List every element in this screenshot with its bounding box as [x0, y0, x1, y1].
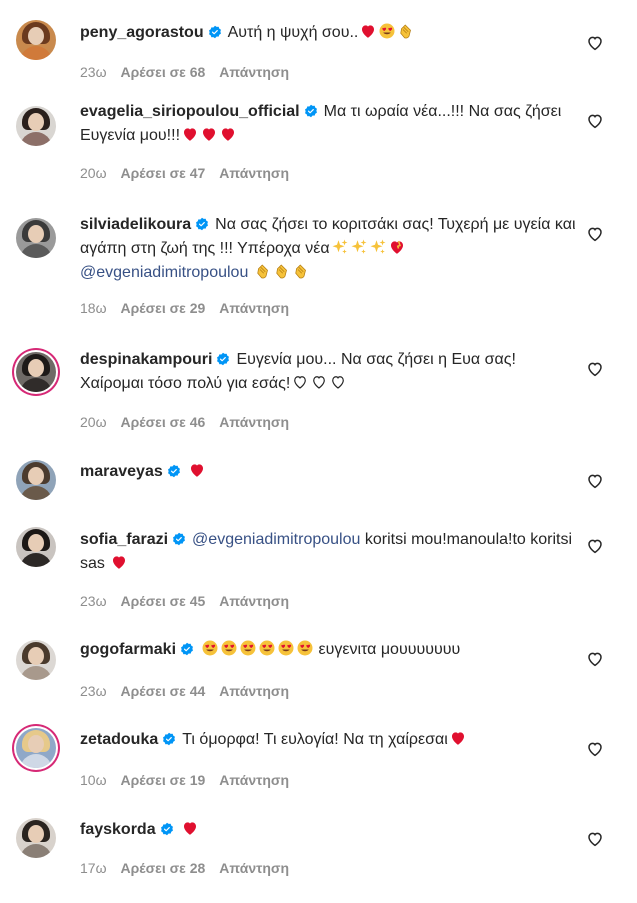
comment-username[interactable]: zetadouka: [80, 731, 158, 748]
heart-outline-icon[interactable]: [586, 537, 604, 555]
comment-username[interactable]: gogofarmaki: [80, 641, 176, 658]
heart-outline-icon[interactable]: [586, 112, 604, 130]
likes-count-link[interactable]: Αρέσει σε 68: [121, 64, 206, 80]
heart-outline-icon[interactable]: [586, 360, 604, 378]
comment-meta: 23ω Αρέσει σε 44 Απάντηση: [80, 683, 303, 699]
comment-time[interactable]: 23ω: [80, 64, 107, 80]
likes-count-link[interactable]: Αρέσει σε 28: [121, 860, 206, 876]
comment-meta: 20ω Αρέσει σε 46 Απάντηση: [80, 414, 303, 430]
verified-badge-icon: [304, 104, 317, 118]
comment-time[interactable]: 20ω: [80, 165, 107, 181]
reply-button[interactable]: Απάντηση: [219, 593, 289, 609]
comment-body: fayskorda: [80, 818, 580, 842]
verified-badge-icon: [196, 217, 209, 231]
comment-meta: 18ω Αρέσει σε 29 Απάντηση: [80, 300, 303, 316]
comment-time[interactable]: 23ω: [80, 683, 107, 699]
comment-username[interactable]: sofia_farazi: [80, 531, 168, 548]
verified-badge-icon: [208, 25, 221, 39]
comment-body: maraveyas: [80, 460, 580, 484]
emoji-group: [180, 127, 237, 144]
comment-meta: 20ω Αρέσει σε 47 Απάντηση: [80, 165, 303, 181]
comment-meta: 17ω Αρέσει σε 28 Απάντηση: [80, 860, 303, 876]
comment-meta: 23ω Αρέσει σε 45 Απάντηση: [80, 593, 303, 609]
verified-badge-icon: [167, 464, 180, 478]
avatar[interactable]: [16, 218, 56, 258]
likes-count-link[interactable]: Αρέσει σε 44: [121, 683, 206, 699]
comment-text: Αυτή η ψυχή σου..: [227, 24, 359, 41]
verified-badge-icon: [217, 352, 230, 366]
emoji-group: [109, 555, 128, 572]
emoji-group: [448, 731, 467, 748]
avatar[interactable]: [16, 352, 56, 392]
comment-username[interactable]: maraveyas: [80, 463, 163, 480]
heart-outline-icon[interactable]: [586, 225, 604, 243]
likes-count-link[interactable]: Αρέσει σε 29: [121, 300, 206, 316]
avatar[interactable]: [16, 818, 56, 858]
avatar[interactable]: [16, 20, 56, 60]
likes-count-link[interactable]: Αρέσει σε 19: [121, 772, 206, 788]
comment-username[interactable]: peny_agorastou: [80, 24, 204, 41]
comment-time[interactable]: 10ω: [80, 772, 107, 788]
comment-time[interactable]: 23ω: [80, 593, 107, 609]
reply-button[interactable]: Απάντηση: [219, 860, 289, 876]
reply-button[interactable]: Απάντηση: [219, 414, 289, 430]
reply-button[interactable]: Απάντηση: [219, 683, 289, 699]
heart-outline-icon[interactable]: [586, 740, 604, 758]
emoji-group: [200, 640, 314, 658]
comment-body: sofia_farazi @evgeniadimitropoulou korits…: [80, 528, 580, 576]
likes-count-link[interactable]: Αρέσει σε 47: [121, 165, 206, 181]
comment-text: Τι όμορφα! Τι ευλογία! Να τη χαίρεσαι: [182, 731, 448, 748]
comment-time[interactable]: 18ω: [80, 300, 107, 316]
emoji-group: [330, 239, 406, 257]
comment-body: evagelia_siriopoulou_official Μα τι ωραία…: [80, 100, 580, 148]
comment-time[interactable]: 20ω: [80, 414, 107, 430]
avatar[interactable]: [16, 460, 56, 500]
comment-body: despinakampouri Ευγενία μου... Να σας ζήσ…: [80, 348, 580, 396]
emoji-group: [253, 264, 310, 281]
comment-body: peny_agorastou Αυτή η ψυχή σου..: [80, 21, 580, 45]
comment-username[interactable]: despinakampouri: [80, 351, 212, 368]
heart-outline-icon[interactable]: [586, 650, 604, 668]
reply-button[interactable]: Απάντηση: [219, 300, 289, 316]
verified-badge-icon: [181, 642, 193, 656]
verified-badge-icon: [163, 732, 176, 746]
comment-username[interactable]: silviadelikoura: [80, 216, 191, 233]
mention-link[interactable]: @evgeniadimitropoulou: [192, 531, 360, 548]
emoji-group: [358, 23, 415, 41]
verified-badge-icon: [173, 532, 185, 546]
comment-body: gogofarmaki ευγενιτα μουυυυυυυ: [80, 638, 580, 662]
likes-count-link[interactable]: Αρέσει σε 46: [121, 414, 206, 430]
avatar[interactable]: [16, 728, 56, 768]
comment-body: zetadouka Τι όμορφα! Τι ευλογία! Να τη χα…: [80, 728, 580, 752]
verified-badge-icon: [160, 822, 173, 836]
avatar[interactable]: [16, 640, 56, 680]
likes-count-link[interactable]: Αρέσει σε 45: [121, 593, 206, 609]
heart-outline-icon[interactable]: [586, 830, 604, 848]
comment-body: silviadelikoura Να σας ζήσει το κοριτσάκι…: [80, 213, 580, 285]
avatar[interactable]: [16, 527, 56, 567]
comment-time[interactable]: 17ω: [80, 860, 107, 876]
heart-outline-icon[interactable]: [586, 472, 604, 490]
heart-outline-icon[interactable]: [586, 34, 604, 52]
emoji-group: [290, 375, 347, 392]
comment-text: ευγενιτα μουυυυυυυ: [318, 641, 461, 658]
emoji-group: [187, 463, 206, 480]
reply-button[interactable]: Απάντηση: [219, 772, 289, 788]
comment-meta: 10ω Αρέσει σε 19 Απάντηση: [80, 772, 303, 788]
comment-meta: 23ω Αρέσει σε 68 Απάντηση: [80, 64, 303, 80]
reply-button[interactable]: Απάντηση: [219, 165, 289, 181]
comment-username[interactable]: evagelia_siriopoulou_official: [80, 103, 300, 120]
mention-link[interactable]: @evgeniadimitropoulou: [80, 264, 248, 281]
emoji-group: [180, 821, 199, 838]
comment-username[interactable]: fayskorda: [80, 821, 156, 838]
avatar[interactable]: [16, 106, 56, 146]
reply-button[interactable]: Απάντηση: [219, 64, 289, 80]
